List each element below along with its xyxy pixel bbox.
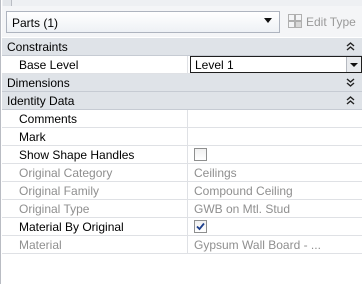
property-row-mark[interactable]: Mark xyxy=(2,128,362,146)
edit-type-icon xyxy=(288,14,302,28)
type-selector-dropdown[interactable]: Parts (1) xyxy=(6,11,280,33)
group-label: Identity Data xyxy=(7,94,75,108)
property-name: Original Category xyxy=(2,164,188,181)
property-row-original-category: Original Category Ceilings xyxy=(2,164,362,182)
show-shape-handles-checkbox[interactable] xyxy=(194,148,207,161)
property-row-comments[interactable]: Comments xyxy=(2,110,362,128)
property-name: Comments xyxy=(2,110,188,127)
original-type-value: GWB on Mtl. Stud xyxy=(194,202,291,216)
type-selector-bar: Parts (1) Edit Type xyxy=(2,6,362,37)
property-name: Original Type xyxy=(2,200,188,217)
property-row-material-by-original[interactable]: Material By Original xyxy=(2,218,362,236)
chevron-collapse-icon[interactable] xyxy=(346,41,355,52)
chevron-down-icon[interactable] xyxy=(264,18,272,23)
chevron-expand-icon[interactable] xyxy=(346,77,355,88)
property-name: Original Family xyxy=(2,182,188,199)
property-name: Material xyxy=(2,236,188,253)
group-constraints[interactable]: Constraints xyxy=(2,38,362,56)
checkmark-icon xyxy=(196,222,205,231)
property-row-material: Material Gypsum Wall Board - ... xyxy=(2,236,362,254)
base-level-dropdown[interactable]: Level 1 xyxy=(190,56,362,73)
group-dimensions[interactable]: Dimensions xyxy=(2,74,362,92)
property-name: Mark xyxy=(2,128,188,145)
group-label: Constraints xyxy=(7,40,68,54)
property-name: Show Shape Handles xyxy=(2,146,188,163)
comments-field[interactable] xyxy=(189,110,362,127)
edit-type-button[interactable]: Edit Type xyxy=(287,11,361,33)
group-identity-data[interactable]: Identity Data xyxy=(2,92,362,110)
mark-field[interactable] xyxy=(189,128,362,145)
original-family-value: Compound Ceiling xyxy=(194,184,293,198)
type-selector-value: Parts (1) xyxy=(12,16,59,30)
property-row-show-shape-handles[interactable]: Show Shape Handles xyxy=(2,146,362,164)
original-category-value: Ceilings xyxy=(194,166,237,180)
property-row-original-family: Original Family Compound Ceiling xyxy=(2,182,362,200)
property-name: Base Level xyxy=(2,56,188,73)
material-by-original-checkbox[interactable] xyxy=(194,220,207,233)
chevron-down-icon[interactable] xyxy=(346,57,361,72)
property-grid: Constraints Base Level Level 1 Dimension… xyxy=(2,38,362,254)
chevron-collapse-icon[interactable] xyxy=(346,95,355,106)
base-level-value: Level 1 xyxy=(195,58,234,72)
edit-type-label: Edit Type xyxy=(306,15,356,29)
material-value: Gypsum Wall Board - ... xyxy=(194,238,321,252)
property-row-base-level[interactable]: Base Level Level 1 xyxy=(2,56,362,74)
property-name: Material By Original xyxy=(2,218,188,235)
properties-palette: Parts (1) Edit Type Constraints Base Lev… xyxy=(0,0,362,284)
group-label: Dimensions xyxy=(7,76,70,90)
property-row-original-type: Original Type GWB on Mtl. Stud xyxy=(2,200,362,218)
